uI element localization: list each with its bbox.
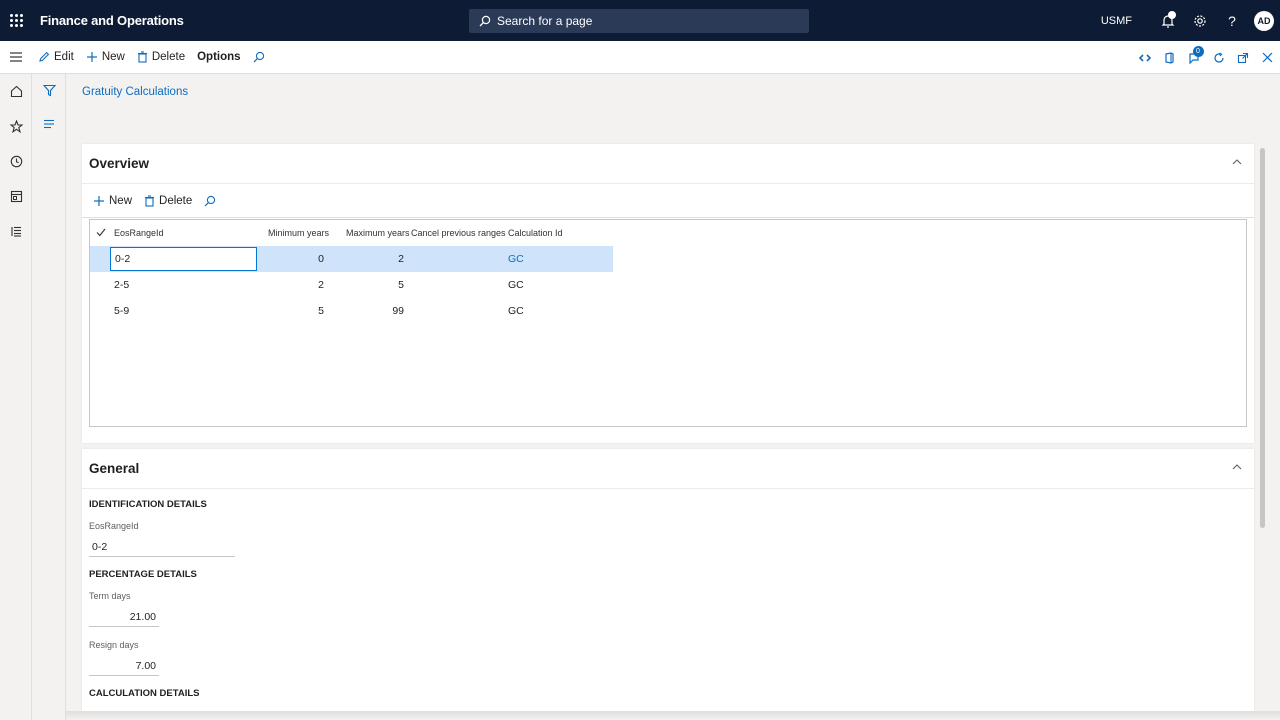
calculation-id-cell[interactable]: GC [508, 298, 568, 324]
general-header[interactable]: General [82, 449, 1254, 489]
close-icon[interactable] [1256, 41, 1280, 74]
search-icon [253, 51, 264, 63]
overview-title: Overview [89, 156, 150, 171]
plus-icon [86, 52, 97, 62]
new-label: New [101, 51, 125, 63]
general-title: General [89, 461, 140, 476]
eosrangeid-cell[interactable]: 2-5 [114, 272, 257, 298]
overview-section: Overview New Delete EosRangeId Minimum y… [82, 144, 1254, 443]
notifications-icon[interactable] [1152, 0, 1184, 41]
term-days-label: Term days [89, 591, 131, 601]
search-input[interactable]: Search for a page [469, 9, 809, 33]
chevron-up-icon[interactable] [1232, 158, 1242, 165]
app-launcher-icon[interactable] [0, 0, 32, 41]
search-icon [204, 195, 216, 206]
page-scrollbar[interactable] [1260, 148, 1265, 528]
trash-icon [137, 51, 147, 63]
grid-new-label: New [109, 194, 133, 207]
hamburger-icon[interactable] [0, 41, 32, 74]
top-bar: Finance and Operations Search for a page… [0, 0, 1280, 41]
maximum-years-cell[interactable]: 5 [330, 272, 404, 298]
eosrangeid-label: EosRangeId [89, 521, 139, 531]
edit-button[interactable]: Edit [32, 41, 80, 74]
identification-details-heading: IDENTIFICATION DETAILS [89, 499, 207, 510]
notification-dot [1168, 11, 1176, 19]
overview-header[interactable]: Overview [82, 144, 1254, 184]
eosrangeid-cell[interactable]: 5-9 [114, 298, 257, 324]
avatar[interactable]: AD [1254, 10, 1274, 31]
home-icon[interactable] [0, 74, 32, 109]
minimum-years-cell[interactable]: 2 [258, 272, 324, 298]
options-label: Options [197, 51, 241, 63]
list-view-icon[interactable] [32, 107, 66, 140]
workspaces-icon[interactable] [0, 179, 32, 214]
trash-icon [145, 194, 155, 207]
calculation-id-link[interactable]: GC [508, 246, 568, 272]
edit-label: Edit [54, 51, 74, 63]
eosrangeid-field[interactable]: 0-2 [89, 538, 235, 557]
column-header-maximum-years[interactable]: Maximum years [346, 228, 410, 238]
filter-pane [32, 74, 66, 720]
grid-header-row: EosRangeId Minimum years Maximum years C… [90, 220, 1246, 245]
connections-icon[interactable] [1133, 41, 1158, 74]
select-all-checkmark-icon[interactable] [96, 228, 106, 237]
recent-clock-icon[interactable] [0, 144, 32, 179]
grid-delete-label: Delete [159, 194, 193, 207]
grid-delete-button[interactable]: Delete [138, 184, 198, 218]
new-button[interactable]: New [80, 41, 131, 74]
column-header-calculation-id[interactable]: Calculation Id [508, 228, 563, 238]
resign-days-field[interactable]: 7.00 [89, 657, 159, 676]
options-tab[interactable]: Options [191, 41, 246, 74]
delete-button[interactable]: Delete [131, 41, 191, 74]
table-row[interactable]: 5-9 5 99 GC [90, 298, 613, 324]
general-section: General IDENTIFICATION DETAILS EosRangeI… [82, 449, 1254, 720]
action-pane: Edit New Delete Options 0 [0, 41, 1280, 74]
table-row[interactable]: 2-5 2 5 GC [90, 272, 613, 298]
minimum-years-cell[interactable]: 5 [258, 298, 324, 324]
ranges-grid: EosRangeId Minimum years Maximum years C… [89, 219, 1247, 427]
minimum-years-cell[interactable]: 0 [258, 246, 324, 272]
page-title[interactable]: Gratuity Calculations [82, 86, 188, 98]
refresh-icon[interactable] [1207, 41, 1232, 74]
favorites-star-icon[interactable] [0, 109, 32, 144]
column-header-cancel-previous-ranges[interactable]: Cancel previous ranges [411, 228, 506, 238]
plus-icon [94, 195, 104, 206]
resign-days-label: Resign days [89, 640, 139, 650]
search-placeholder: Search for a page [497, 14, 593, 28]
open-new-window-icon[interactable] [1231, 41, 1256, 74]
table-row[interactable]: 0-2 0 2 GC [90, 246, 613, 272]
delete-label: Delete [151, 51, 186, 63]
chevron-up-icon[interactable] [1232, 463, 1242, 470]
pencil-icon [39, 51, 50, 62]
company-picker[interactable]: USMF [1101, 15, 1132, 27]
filter-icon[interactable] [32, 74, 66, 107]
grid-new-button[interactable]: New [87, 184, 138, 218]
navigation-bar [0, 74, 32, 720]
gear-icon[interactable] [1184, 0, 1216, 41]
calculation-details-heading: CALCULATION DETAILS [89, 688, 200, 699]
bottom-edge [66, 711, 1280, 720]
term-days-field[interactable]: 21.00 [89, 608, 159, 627]
maximum-years-cell[interactable]: 2 [330, 246, 404, 272]
help-icon[interactable]: ? [1216, 0, 1248, 41]
maximum-years-cell[interactable]: 99 [330, 298, 404, 324]
grid-toolbar: New Delete [82, 184, 1254, 218]
search-icon [479, 15, 491, 27]
column-header-minimum-years[interactable]: Minimum years [268, 228, 329, 238]
calculation-id-cell[interactable]: GC [508, 272, 568, 298]
grid-search-button[interactable] [198, 184, 226, 218]
percentage-details-heading: PERCENTAGE DETAILS [89, 569, 197, 580]
office-icon[interactable] [1158, 41, 1183, 74]
eosrangeid-cell[interactable]: 0-2 [110, 247, 257, 271]
action-search-button[interactable] [247, 41, 275, 74]
attachments-icon[interactable]: 0 [1182, 41, 1207, 74]
modules-list-icon[interactable] [0, 214, 32, 249]
attachments-badge: 0 [1192, 46, 1204, 57]
column-header-eosrangeid[interactable]: EosRangeId [114, 228, 164, 238]
app-title[interactable]: Finance and Operations [40, 13, 184, 28]
